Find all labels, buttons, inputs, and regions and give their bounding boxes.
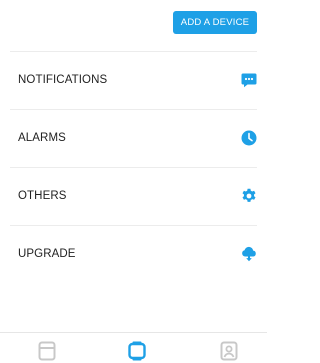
watch-icon [128, 341, 146, 361]
tab-profile[interactable] [220, 341, 238, 361]
profile-icon [220, 341, 238, 361]
tabbar-divider [0, 332, 267, 333]
menu-item-alarms[interactable]: ALARMS [0, 110, 267, 166]
add-device-button[interactable]: ADD A DEVICE [173, 11, 257, 34]
clock-icon [241, 130, 257, 146]
gear-icon [241, 188, 257, 204]
menu-item-label: NOTIFICATIONS [18, 74, 108, 86]
app-screen: ADD A DEVICE NOTIFICATIONS ALARMS OTHERS [0, 0, 267, 363]
menu-item-notifications[interactable]: NOTIFICATIONS [0, 52, 267, 108]
menu-item-others[interactable]: OTHERS [0, 168, 267, 224]
document-icon [38, 341, 56, 361]
menu-item-label: UPGRADE [18, 248, 76, 260]
menu-item-label: ALARMS [18, 132, 66, 144]
cloud-download-icon [241, 246, 257, 262]
chat-bubble-icon [241, 72, 257, 88]
tab-device[interactable] [128, 341, 146, 361]
menu-item-label: OTHERS [18, 190, 67, 202]
menu-item-upgrade[interactable]: UPGRADE [0, 226, 267, 282]
tab-documents[interactable] [38, 341, 56, 361]
